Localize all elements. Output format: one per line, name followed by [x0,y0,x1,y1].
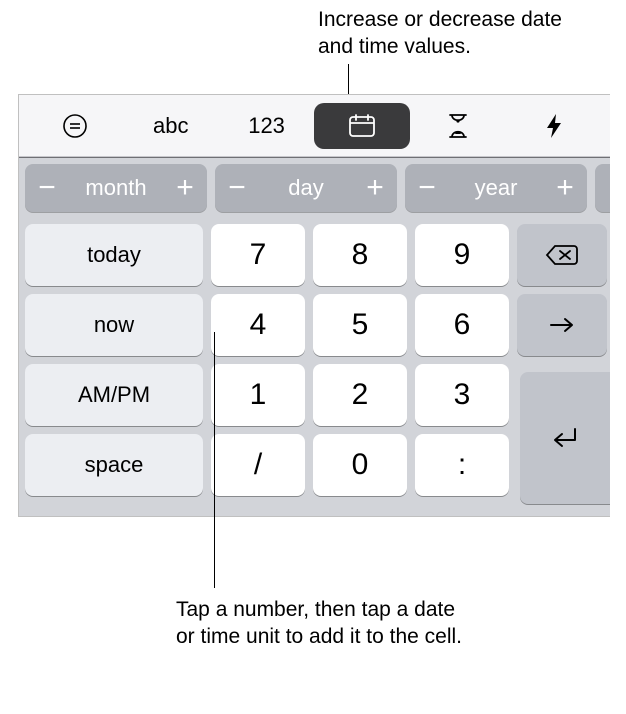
next-stepper-decrease-button[interactable]: − [605,173,610,203]
year-decrease-button[interactable]: − [405,173,449,203]
keypad: today 7 8 9 now 4 5 6 [19,218,610,516]
return-icon [550,425,580,451]
month-stepper: − month + [25,164,207,212]
year-stepper-label[interactable]: year [449,175,543,201]
hourglass-icon [447,112,469,140]
key-1[interactable]: 1 [211,364,305,426]
callout-bottom-leader-line [214,332,215,588]
next-stepper-peek[interactable]: − [595,164,610,212]
key-8[interactable]: 8 [313,224,407,286]
calendar-icon [347,113,377,139]
text-mode-label: abc [153,113,188,139]
next-field-key[interactable] [517,294,607,356]
key-4[interactable]: 4 [211,294,305,356]
formula-mode-button[interactable] [27,103,123,149]
backspace-key[interactable] [517,224,607,286]
now-key[interactable]: now [25,294,203,356]
duration-mode-button[interactable] [410,103,506,149]
day-decrease-button[interactable]: − [215,173,259,203]
day-stepper-label[interactable]: day [259,175,353,201]
year-increase-button[interactable]: + [543,173,587,203]
key-colon[interactable]: : [415,434,509,496]
key-9[interactable]: 9 [415,224,509,286]
key-7[interactable]: 7 [211,224,305,286]
year-stepper: − year + [405,164,587,212]
key-5[interactable]: 5 [313,294,407,356]
today-key[interactable]: today [25,224,203,286]
arrow-right-icon [548,315,576,335]
key-2[interactable]: 2 [313,364,407,426]
bolt-icon [544,112,564,140]
number-mode-label: 123 [248,113,285,139]
day-stepper: − day + [215,164,397,212]
space-key[interactable]: space [25,434,203,496]
key-6[interactable]: 6 [415,294,509,356]
callout-bottom: Tap a number, then tap a date or time un… [176,596,476,650]
ampm-key[interactable]: AM/PM [25,364,203,426]
return-key[interactable] [520,372,610,504]
quick-mode-button[interactable] [506,103,602,149]
date-mode-button[interactable] [314,103,410,149]
day-increase-button[interactable]: + [353,173,397,203]
key-slash[interactable]: / [211,434,305,496]
callout-top: Increase or decrease date and time value… [318,6,598,60]
key-3[interactable]: 3 [415,364,509,426]
callout-top-leader-line [348,64,349,96]
date-time-keyboard: abc 123 [18,94,610,517]
key-0[interactable]: 0 [313,434,407,496]
month-decrease-button[interactable]: − [25,173,69,203]
date-unit-stepper-row: − month + − day + − year + − [19,157,610,218]
backspace-icon [545,243,579,267]
text-mode-button[interactable]: abc [123,103,219,149]
month-stepper-label[interactable]: month [69,175,163,201]
month-increase-button[interactable]: + [163,173,207,203]
keyboard-mode-toolbar: abc 123 [19,95,610,157]
number-mode-button[interactable]: 123 [219,103,315,149]
equals-circle-icon [62,113,88,139]
